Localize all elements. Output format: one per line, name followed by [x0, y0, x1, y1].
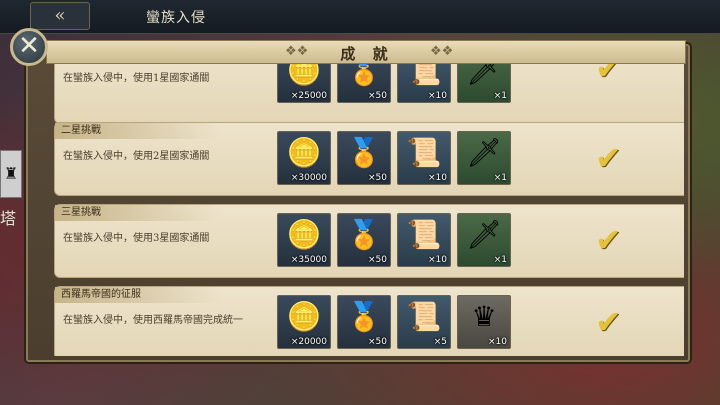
kingdom-emblem-icon[interactable]: ♜ — [0, 150, 22, 198]
medal-badge-icon: 🏅 — [346, 218, 382, 251]
screen-title: 蠻族入侵 — [146, 10, 206, 26]
reward-slot[interactable]: 🏅 ×50 — [337, 131, 391, 185]
achievement-row: 西羅馬帝國的征服 在蠻族入侵中，使用西羅馬帝國完成統一 🪙 ×20000 🏅 ×… — [54, 286, 684, 356]
achievement-list[interactable]: 在蠻族入侵中，使用1星國家通關 🪙 ×25000 🏅 ×50 📜 ×10 🗡 ×… — [36, 64, 684, 356]
reward-quantity: ×10 — [488, 337, 507, 347]
reward-slot[interactable]: 🗡 ×1 — [457, 213, 511, 267]
achievement-row: 在蠻族入侵中，使用1星國家通關 🪙 ×25000 🏅 ×50 📜 ×10 🗡 ×… — [54, 64, 684, 124]
ornament-icon: ❖❖ — [430, 44, 454, 59]
achievement-description: 在蠻族入侵中，使用1星國家通關 — [63, 73, 210, 84]
reward-slot[interactable]: 🏅 ×50 — [337, 64, 391, 103]
reward-quantity: ×10 — [428, 91, 447, 101]
completed-check-icon: ✔ — [595, 303, 622, 341]
sword-icon: 🗡 — [466, 218, 502, 251]
close-icon: ✕ — [18, 31, 40, 61]
achievement-title: 二星挑戰 — [55, 123, 220, 139]
reward-quantity: ×50 — [368, 255, 387, 265]
castle-crown-icon: ♛ — [471, 300, 497, 333]
reward-slot[interactable]: 🪙 ×30000 — [277, 131, 331, 185]
reward-slot[interactable]: 🪙 ×25000 — [277, 64, 331, 103]
reward-slot[interactable]: 🏅 ×50 — [337, 295, 391, 349]
reward-slot[interactable]: 📜 ×5 — [397, 295, 451, 349]
achievement-description: 在蠻族入侵中，使用3星國家通關 — [63, 233, 210, 244]
scroll-icon: 📜 — [406, 218, 442, 251]
reward-quantity: ×50 — [368, 173, 387, 183]
completed-check-icon: ✔ — [595, 139, 622, 177]
close-button[interactable]: ✕ — [10, 28, 48, 66]
scroll-icon: 📜 — [406, 136, 442, 169]
map-label: 塔 — [0, 209, 17, 228]
reward-slot[interactable]: 🗡 ×1 — [457, 64, 511, 103]
reward-quantity: ×1 — [493, 255, 507, 265]
reward-quantity: ×35000 — [290, 255, 327, 265]
achievement-description: 在蠻族入侵中，使用西羅馬帝國完成統一 — [63, 315, 243, 326]
reward-slot[interactable]: 📜 ×10 — [397, 64, 451, 103]
reward-quantity: ×5 — [433, 337, 447, 347]
sword-icon: 🗡 — [466, 136, 502, 169]
reward-quantity: ×50 — [368, 337, 387, 347]
achievement-row: 三星挑戰 在蠻族入侵中，使用3星國家通關 🪙 ×35000 🏅 ×50 📜 ×1… — [54, 204, 684, 278]
panel-header: ❖❖ 成 就 ❖❖ — [46, 40, 686, 64]
gold-coins-icon: 🪙 — [286, 218, 322, 251]
reward-quantity: ×50 — [368, 91, 387, 101]
reward-quantity: ×1 — [493, 173, 507, 183]
reward-slot[interactable]: 🏅 ×50 — [337, 213, 391, 267]
blueprint-scroll-icon: 📜 — [406, 300, 442, 333]
medal-badge-icon: 🏅 — [346, 136, 382, 169]
reward-quantity: ×25000 — [290, 91, 327, 101]
completed-check-icon: ✔ — [595, 221, 622, 259]
gold-coins-icon: 🪙 — [286, 136, 322, 169]
medal-badge-icon: 🏅 — [346, 64, 382, 87]
reward-quantity: ×30000 — [290, 173, 327, 183]
completed-check-icon: ✔ — [595, 64, 622, 87]
top-bar: « 蠻族入侵 — [0, 0, 720, 34]
achievement-title: 三星挑戰 — [55, 205, 220, 221]
reward-slot[interactable]: 🪙 ×20000 — [277, 295, 331, 349]
achievement-description: 在蠻族入侵中，使用2星國家通關 — [63, 151, 210, 162]
back-button[interactable]: « — [30, 2, 90, 30]
reward-slot[interactable]: 📜 ×10 — [397, 213, 451, 267]
reward-slot[interactable]: ♛ ×10 — [457, 295, 511, 349]
reward-quantity: ×10 — [428, 255, 447, 265]
achievement-title: 西羅馬帝國的征服 — [55, 287, 220, 303]
scroll-icon: 📜 — [406, 64, 442, 87]
reward-quantity: ×1 — [493, 91, 507, 101]
reward-slot[interactable]: 🗡 ×1 — [457, 131, 511, 185]
gold-coins-icon: 🪙 — [286, 64, 322, 87]
sword-icon: 🗡 — [466, 64, 502, 87]
gold-coins-icon: 🪙 — [286, 300, 322, 333]
reward-slot[interactable]: 📜 ×10 — [397, 131, 451, 185]
double-chevron-left-icon: « — [54, 5, 66, 26]
medal-badge-icon: 🏅 — [346, 300, 382, 333]
reward-slot[interactable]: 🪙 ×35000 — [277, 213, 331, 267]
achievement-row: 二星挑戰 在蠻族入侵中，使用2星國家通關 🪙 ×30000 🏅 ×50 📜 ×1… — [54, 122, 684, 196]
reward-quantity: ×10 — [428, 173, 447, 183]
reward-quantity: ×20000 — [290, 337, 327, 347]
panel-title: 成 就 — [340, 45, 394, 63]
